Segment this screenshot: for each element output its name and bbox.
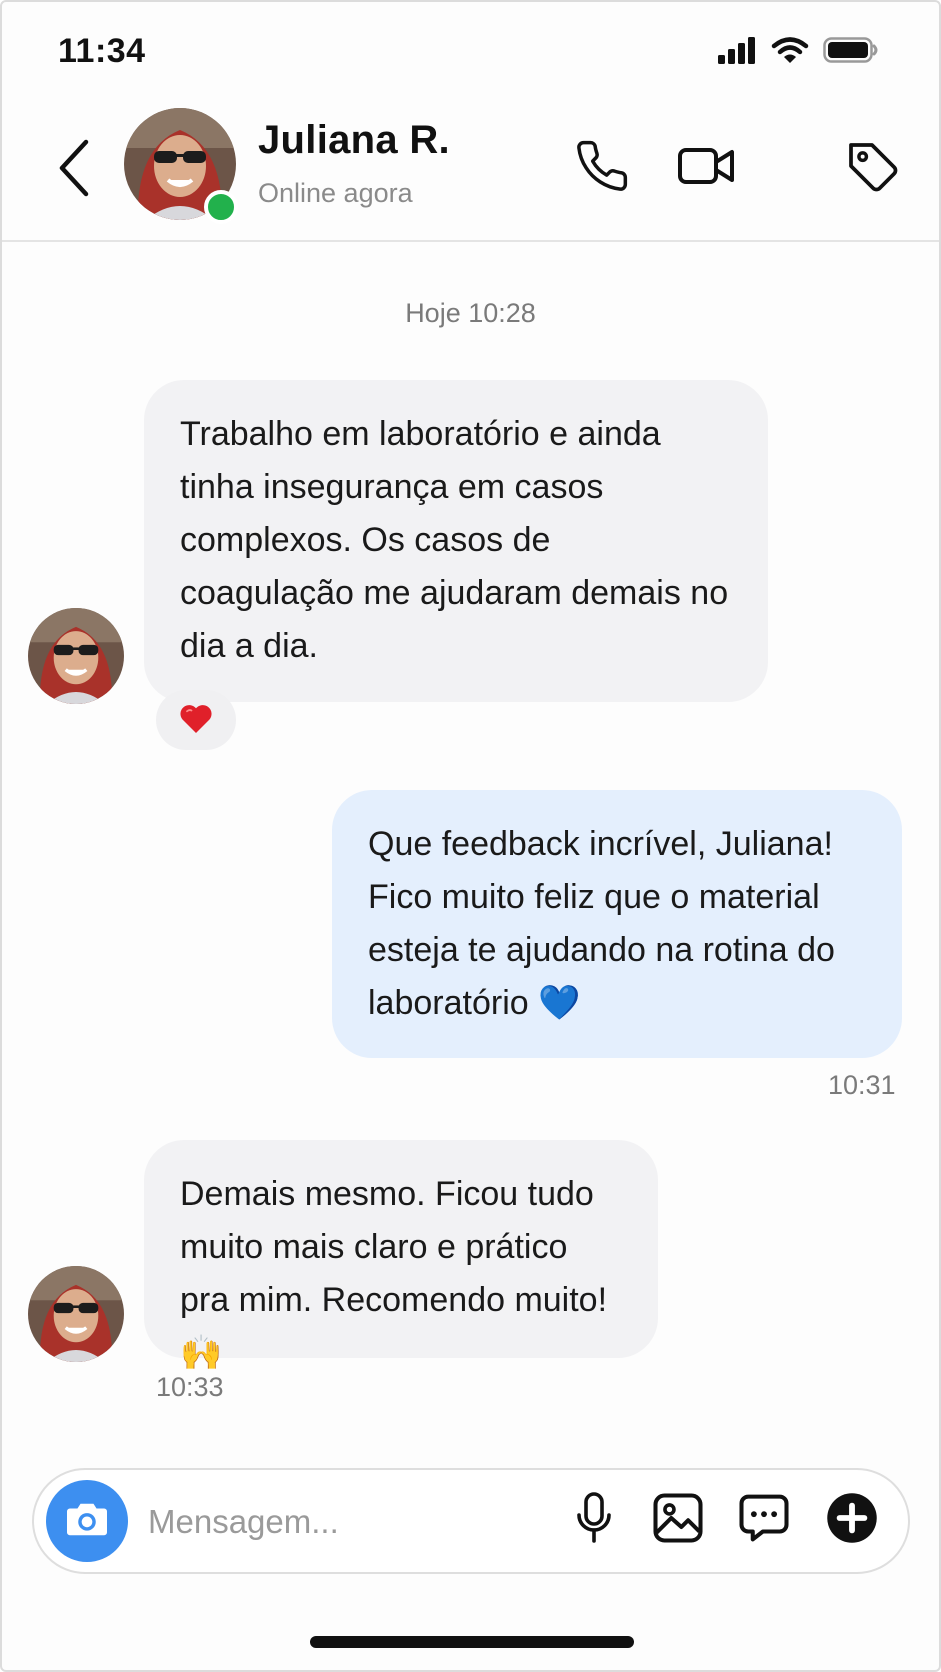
message-bubble-incoming[interactable]: Demais mesmo. Ficou tudo muito mais clar… [144,1140,658,1372]
phone-icon [574,138,630,199]
back-button[interactable] [50,138,98,202]
image-icon [651,1491,705,1550]
more-options-button[interactable] [822,1490,882,1550]
call-button[interactable] [570,136,634,200]
tag-button[interactable] [840,136,904,200]
microphone-icon [574,1491,614,1550]
status-bar: 11:34 [2,2,939,102]
message-reaction[interactable] [156,690,236,750]
online-status-indicator [204,190,238,224]
message-time: 10:31 [828,1070,896,1100]
message-time: 10:33 [156,1372,224,1402]
plus-icon [825,1491,879,1550]
message-bubble-incoming[interactable]: Trabalho em laboratório e ainda tinha in… [144,380,768,702]
back-icon [57,139,91,202]
message-avatar[interactable] [28,1266,124,1362]
tag-icon [844,138,900,199]
camera-button[interactable] [46,1480,128,1562]
wifi-icon [771,36,809,69]
chat-screen: 11:34 Juliana R. Online agora Hoje 10:28… [0,0,941,1672]
message-text: Que feedback incrível, Juliana! Fico mui… [368,825,835,1022]
date-separator: Hoje 10:28 [405,298,536,328]
voice-message-button[interactable] [564,1490,624,1550]
battery-icon [823,36,879,69]
message-options-icon [737,1491,791,1550]
gallery-button[interactable] [648,1490,708,1550]
home-indicator[interactable] [310,1636,634,1648]
contact-status: Online agora [258,178,413,208]
message-avatar[interactable] [28,608,124,704]
contact-name[interactable]: Juliana R. [258,118,450,163]
message-composer [32,1468,910,1574]
status-time: 11:34 [58,32,146,70]
status-icons [717,36,879,69]
message-text: Demais mesmo. Ficou tudo muito mais clar… [180,1175,608,1372]
chat-header: Juliana R. Online agora [2,102,939,242]
camera-icon [64,1499,110,1544]
message-text: Trabalho em laboratório e ainda tinha in… [180,415,729,665]
heart-reaction-icon [178,701,214,740]
message-options-button[interactable] [734,1490,794,1550]
video-camera-icon [676,140,736,197]
message-input[interactable] [146,1496,490,1548]
cellular-signal-icon [717,36,757,69]
message-bubble-outgoing[interactable]: Que feedback incrível, Juliana! Fico mui… [332,790,902,1058]
video-call-button[interactable] [674,136,738,200]
